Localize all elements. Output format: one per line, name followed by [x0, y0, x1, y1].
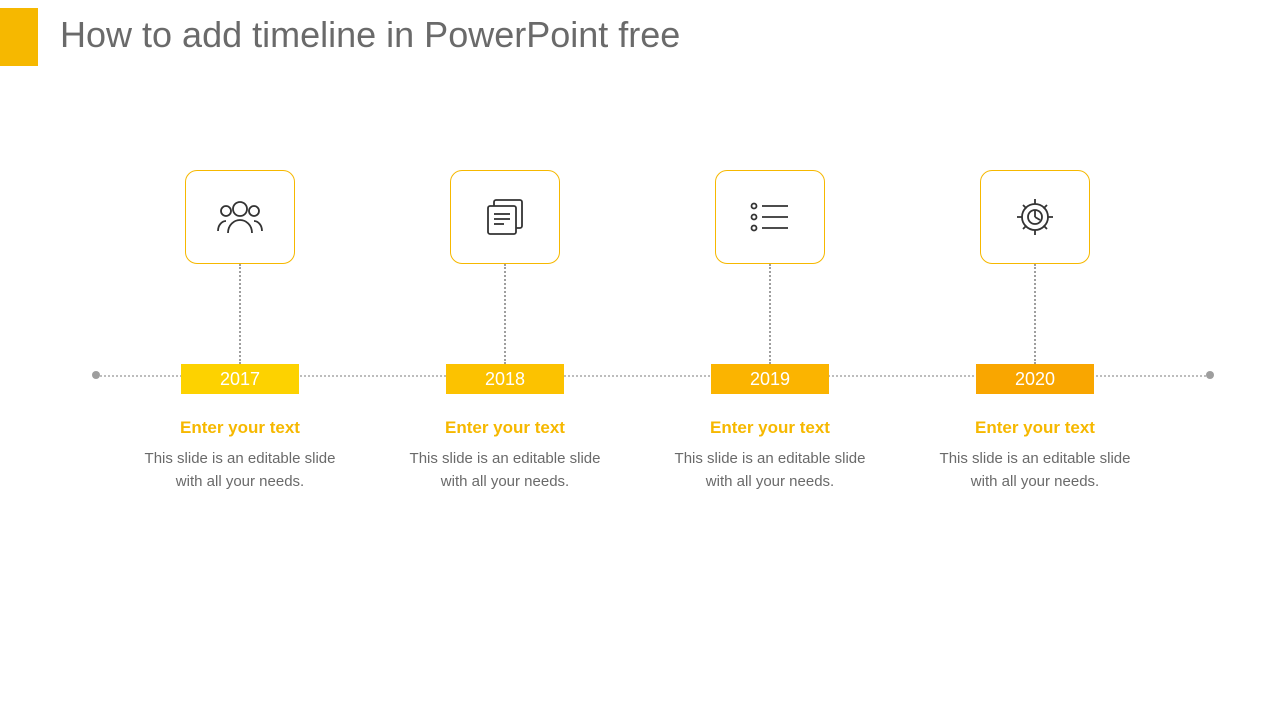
connector-line: [769, 264, 771, 364]
document-icon: [482, 196, 528, 238]
item-body: This slide is an editable slide with all…: [660, 448, 880, 493]
item-heading: Enter your text: [130, 418, 350, 438]
item-heading: Enter your text: [925, 418, 1145, 438]
connector-line: [504, 264, 506, 364]
icon-box: [450, 170, 560, 264]
timeline-node: 2017 Enter your text This slide is an ed…: [130, 170, 350, 493]
item-heading: Enter your text: [660, 418, 880, 438]
year-badge: 2018: [446, 364, 564, 394]
item-body: This slide is an editable slide with all…: [395, 448, 615, 493]
timeline-node: 2019 Enter your text This slide is an ed…: [660, 170, 880, 493]
axis-end-dot: [1206, 371, 1214, 379]
list-icon: [748, 200, 792, 234]
connector-line: [239, 264, 241, 364]
item-body: This slide is an editable slide with all…: [130, 448, 350, 493]
year-badge: 2019: [711, 364, 829, 394]
icon-box: [980, 170, 1090, 264]
icon-box: [185, 170, 295, 264]
year-badge: 2017: [181, 364, 299, 394]
page-title: How to add timeline in PowerPoint free: [60, 14, 680, 56]
year-badge: 2020: [976, 364, 1094, 394]
gear-icon: [1013, 195, 1057, 239]
title-accent: [0, 8, 38, 66]
timeline-node: 2018 Enter your text This slide is an ed…: [395, 170, 615, 493]
item-body: This slide is an editable slide with all…: [925, 448, 1145, 493]
connector-line: [1034, 264, 1036, 364]
axis-start-dot: [92, 371, 100, 379]
item-heading: Enter your text: [395, 418, 615, 438]
icon-box: [715, 170, 825, 264]
timeline: 2017 Enter your text This slide is an ed…: [0, 170, 1280, 590]
people-icon: [215, 197, 265, 237]
timeline-node: 2020 Enter your text This slide is an ed…: [925, 170, 1145, 493]
